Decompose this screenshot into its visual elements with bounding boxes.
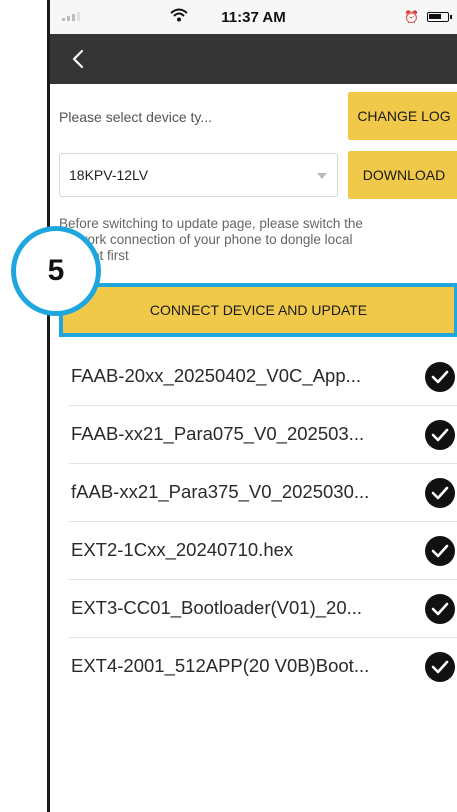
list-item[interactable]: EXT3-CC01_Bootloader(V01)_20... (69, 580, 457, 638)
chevron-down-icon (317, 173, 327, 179)
file-name: EXT3-CC01_Bootloader(V01)_20... (71, 597, 363, 618)
check-circle-icon[interactable] (425, 420, 455, 450)
connect-button-label: CONNECT DEVICE AND UPDATE (149, 302, 368, 318)
file-name: FAAB-xx21_Para075_V0_202503... (71, 423, 365, 444)
notice-line: hotspot first (59, 248, 129, 263)
notice-line: Before switching to update page, please … (59, 216, 363, 231)
list-item[interactable]: FAAB-xx21_Para075_V0_202503... (69, 406, 457, 464)
device-type-label: Please select device ty... (59, 109, 213, 125)
check-circle-icon[interactable] (425, 478, 455, 508)
step-number-badge: 5 (11, 226, 101, 316)
list-item[interactable]: fAAB-xx21_Para375_V0_2025030... (69, 464, 457, 522)
change-log-button[interactable]: CHANGE LOG (348, 92, 457, 140)
connect-device-update-button[interactable]: CONNECT DEVICE AND UPDATE (59, 283, 457, 337)
chevron-left-icon[interactable] (64, 44, 94, 74)
check-circle-icon[interactable] (425, 594, 455, 624)
alarm-icon: ⏰ (404, 10, 419, 24)
battery-icon (427, 12, 452, 22)
check-circle-icon[interactable] (425, 362, 455, 392)
list-item[interactable]: EXT2-1Cxx_20240710.hex (69, 522, 457, 580)
notice-line: network connection of your phone to dong… (59, 232, 353, 247)
device-type-dropdown[interactable]: 18KPV-12LV (59, 153, 338, 197)
file-name: fAAB-xx21_Para375_V0_2025030... (71, 481, 370, 502)
step-number: 5 (47, 254, 65, 287)
nav-bar (50, 34, 457, 84)
download-button[interactable]: DOWNLOAD (348, 151, 457, 199)
file-name: EXT2-1Cxx_20240710.hex (71, 539, 294, 560)
list-item[interactable]: EXT4-2001_512APP(20 V0B)Boot... (69, 638, 457, 696)
status-time: 11:37 AM (221, 9, 286, 26)
list-item[interactable]: FAAB-20xx_20250402_V0C_App... (69, 348, 457, 406)
firmware-file-list: FAAB-20xx_20250402_V0C_App... FAAB-xx21_… (69, 348, 457, 696)
check-circle-icon[interactable] (425, 536, 455, 566)
notice-text: Before switching to update page, please … (59, 216, 454, 264)
file-name: EXT4-2001_512APP(20 V0B)Boot... (71, 655, 370, 676)
check-circle-icon[interactable] (425, 652, 455, 682)
phone-screen: 11:37 AM ⏰ Please select device ty... CH… (47, 0, 457, 812)
file-name: FAAB-20xx_20250402_V0C_App... (71, 365, 362, 386)
dropdown-selected-value: 18KPV-12LV (69, 167, 149, 183)
status-bar: 11:37 AM ⏰ (50, 0, 457, 34)
